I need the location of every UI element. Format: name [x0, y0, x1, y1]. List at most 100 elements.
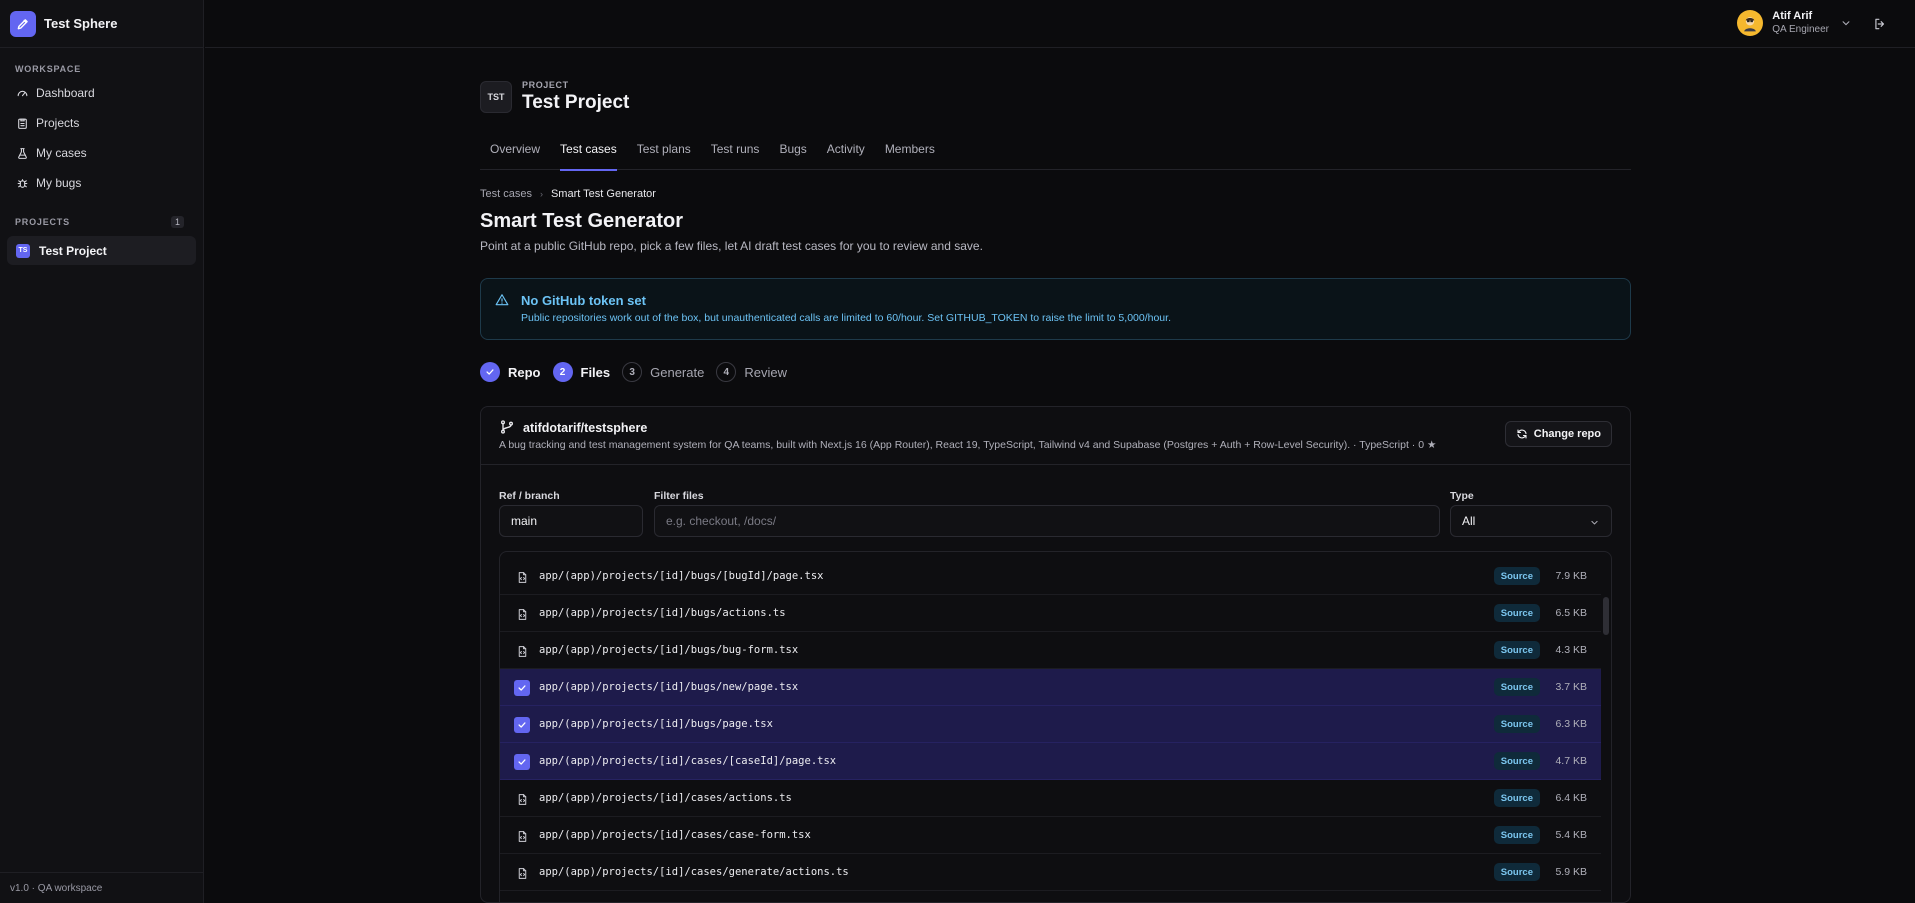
sidebar-footer: v1.0 · QA workspace — [0, 872, 203, 903]
file-row[interactable]: app/(app)/projects/[id]/cases/[caseId]/p… — [500, 743, 1601, 780]
file-type-badge: Source — [1493, 863, 1540, 881]
github-token-alert: No GitHub token set Public repositories … — [480, 278, 1631, 340]
breadcrumb-parent[interactable]: Test cases — [480, 188, 532, 200]
files-card: atifdotarif/testsphere A bug tracking an… — [480, 406, 1631, 903]
tab-members[interactable]: Members — [875, 142, 945, 170]
chevron-right-icon: › — [539, 189, 543, 199]
avatar — [1737, 10, 1764, 36]
file-size: 6.3 KB — [1555, 718, 1587, 730]
repo-header: atifdotarif/testsphere A bug tracking an… — [481, 407, 1630, 465]
step-files[interactable]: 2 Files — [552, 362, 610, 382]
bug-icon — [17, 178, 28, 188]
sidebar-item-my-bugs[interactable]: My bugs — [0, 168, 203, 198]
sidebar-item-my-cases[interactable]: My cases — [0, 138, 203, 168]
file-size: 5.9 KB — [1555, 866, 1587, 878]
project-title: Test Project — [522, 92, 630, 113]
alert-title: No GitHub token set — [521, 293, 646, 308]
file-type-badge: Source — [1493, 789, 1540, 807]
user-menu[interactable]: Atif Arif QA Engineer — [1737, 10, 1851, 36]
sidebar-item-label: Projects — [36, 116, 80, 130]
type-select-value: All — [1462, 514, 1476, 528]
step-repo[interactable]: Repo — [480, 362, 541, 382]
file-type-badge: Source — [1493, 567, 1540, 585]
repo-description: A bug tracking and test management syste… — [499, 439, 1437, 451]
file-row[interactable]: app/(app)/projects/[id]/bugs/new/page.ts… — [500, 669, 1601, 706]
sidebar-project-test-project[interactable]: TS Test Project — [7, 236, 196, 265]
file-path: app/(app)/projects/[id]/bugs/bug-form.ts… — [539, 644, 799, 656]
file-code-icon[interactable] — [514, 828, 530, 844]
step-generate[interactable]: 3 Generate — [622, 362, 704, 382]
file-row[interactable]: app/(app)/projects/[id]/bugs/actions.ts … — [500, 595, 1601, 632]
step-review[interactable]: 4 Review — [716, 362, 787, 382]
file-code-icon[interactable] — [514, 865, 530, 881]
projects-count-badge: 1 — [170, 216, 184, 228]
file-type-badge: Source — [1493, 641, 1540, 659]
projects-section-label: PROJECTS — [15, 217, 70, 227]
git-branch-icon — [501, 420, 513, 434]
tab-activity[interactable]: Activity — [817, 142, 875, 170]
file-path: app/(app)/projects/[id]/cases/case-form.… — [539, 829, 811, 841]
alert-text: Public repositories work out of the box,… — [521, 312, 1171, 324]
ref-branch-input[interactable] — [499, 505, 643, 537]
file-size: 5.4 KB — [1555, 829, 1587, 841]
tab-overview[interactable]: Overview — [480, 142, 550, 170]
page-title: Smart Test Generator — [480, 210, 684, 232]
file-code-icon[interactable] — [514, 606, 530, 622]
file-row[interactable]: app/(app)/projects/[id]/bugs/bug-form.ts… — [500, 632, 1601, 669]
checkbox-checked[interactable] — [514, 754, 530, 770]
tab-bugs[interactable]: Bugs — [769, 142, 816, 170]
flask-icon — [18, 147, 27, 159]
file-code-icon[interactable] — [514, 791, 530, 807]
step-label: Review — [744, 364, 787, 380]
brand[interactable]: Test Sphere — [0, 0, 203, 48]
file-size: 4.3 KB — [1555, 644, 1587, 656]
file-type-badge: Source — [1493, 604, 1540, 622]
filter-files-input[interactable] — [654, 505, 1440, 537]
user-role: QA Engineer — [1772, 24, 1829, 35]
file-list-scrollbar[interactable] — [1603, 597, 1609, 635]
clipboard-icon — [18, 118, 27, 129]
breadcrumb-current: Smart Test Generator — [550, 188, 656, 200]
sidebar-item-label: My bugs — [36, 176, 82, 190]
step-number: 4 — [716, 362, 737, 382]
chevron-down-icon — [1842, 21, 1850, 26]
file-row[interactable]: app/(app)/projects/[id]/cases/case-form.… — [500, 817, 1601, 854]
check-icon — [480, 362, 500, 382]
checkbox-checked[interactable] — [514, 680, 530, 696]
gauge-icon — [17, 90, 28, 96]
type-select[interactable]: All — [1450, 505, 1612, 537]
file-row[interactable]: app/(app)/projects/[id]/bugs/page.tsx So… — [500, 706, 1601, 743]
logout-icon[interactable] — [1873, 17, 1887, 31]
brand-name: Test Sphere — [44, 16, 118, 31]
tab-test-plans[interactable]: Test plans — [627, 142, 701, 170]
project-code-badge: TST — [480, 81, 512, 113]
file-code-icon[interactable] — [514, 569, 530, 585]
file-row[interactable]: app/(app)/projects/[id]/cases/actions.ts… — [500, 780, 1601, 817]
tab-test-cases[interactable]: Test cases — [550, 142, 627, 171]
change-repo-button[interactable]: Change repo — [1504, 421, 1612, 447]
file-code-icon[interactable] — [514, 643, 530, 659]
file-row[interactable]: app/(app)/projects/[id]/cases/generate/a… — [500, 854, 1601, 891]
step-label: Generate — [650, 364, 705, 380]
file-path: app/(app)/projects/[id]/bugs/[bugId]/pag… — [539, 570, 824, 582]
ref-branch-label: Ref / branch — [499, 490, 560, 502]
step-number: 2 — [552, 362, 573, 382]
pencil-icon — [10, 10, 36, 37]
file-path: app/(app)/projects/[id]/bugs/page.tsx — [539, 718, 773, 730]
file-row[interactable]: app/(app)/projects/[id]/bugs/[bugId]/pag… — [500, 558, 1601, 595]
sidebar-item-projects[interactable]: Projects — [0, 108, 203, 138]
step-label: Repo — [508, 364, 541, 380]
sidebar-project-label: Test Project — [39, 243, 107, 258]
checkbox-checked[interactable] — [514, 717, 530, 733]
project-tabs: Overview Test cases Test plans Test runs… — [480, 142, 1631, 171]
file-size: 6.5 KB — [1555, 607, 1587, 619]
file-size: 7.9 KB — [1555, 570, 1587, 582]
warning-icon — [495, 294, 509, 306]
file-type-badge: Source — [1493, 752, 1540, 770]
file-path: app/(app)/projects/[id]/bugs/actions.ts — [539, 607, 786, 619]
app-root: Test Sphere WORKSPACE Dashboard Projects… — [0, 0, 1915, 903]
sidebar-item-dashboard[interactable]: Dashboard — [0, 78, 203, 108]
tab-test-runs[interactable]: Test runs — [701, 142, 770, 170]
project-header: TST PROJECT Test Project — [480, 80, 629, 114]
wizard-steps: Repo 2 Files 3 Generate 4 Review — [480, 362, 799, 382]
